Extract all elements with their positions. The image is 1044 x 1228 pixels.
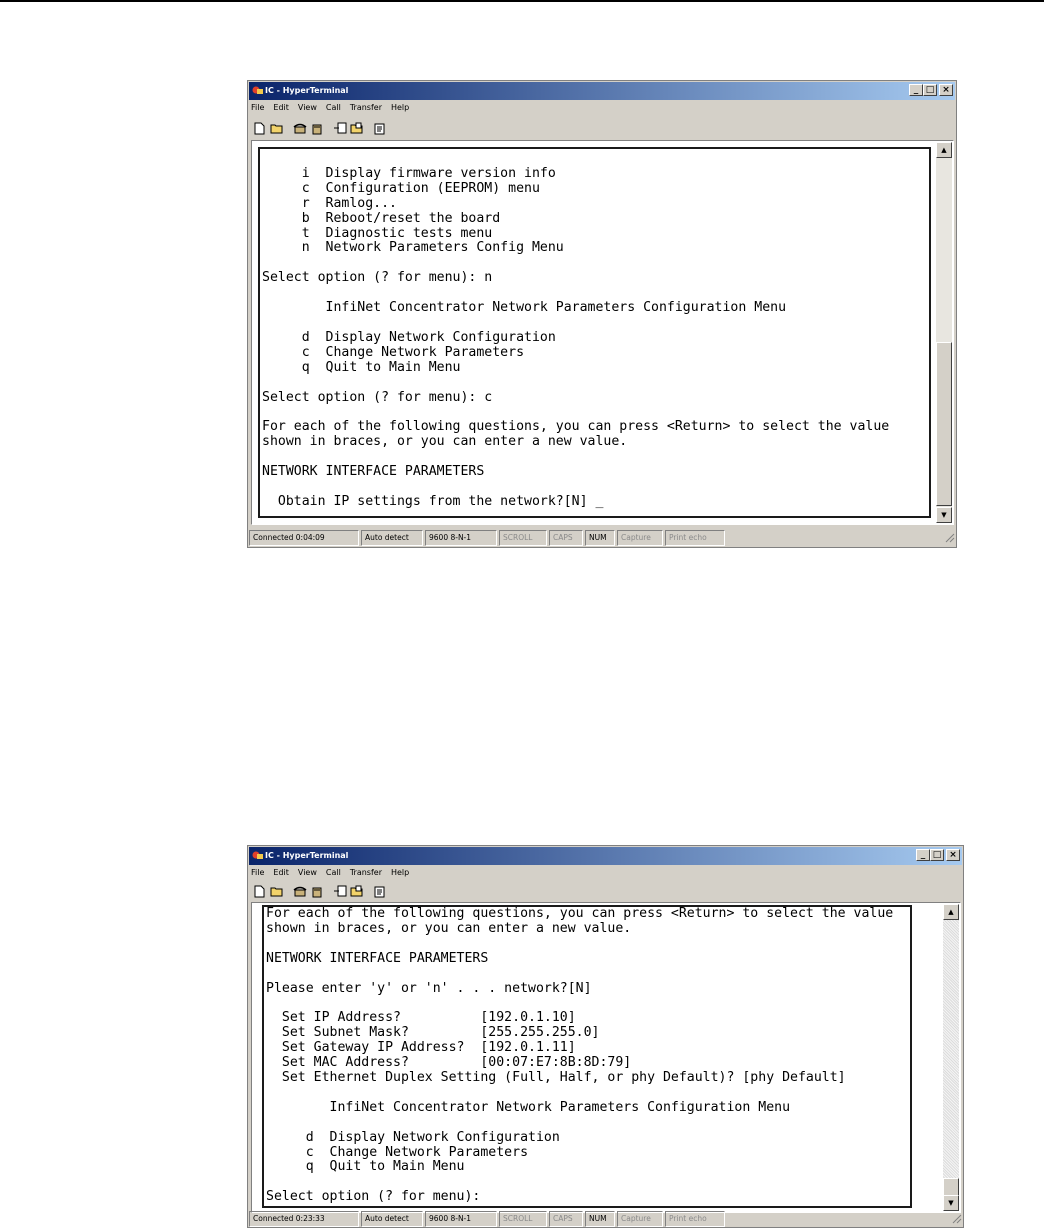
properties-icon[interactable] bbox=[371, 120, 388, 137]
menu-file[interactable]: File bbox=[251, 866, 264, 880]
status-bar: Connected 0:23:33 Auto detect 9600 8-N-1… bbox=[249, 1211, 962, 1227]
phone-connect-icon[interactable] bbox=[291, 883, 308, 900]
terminal-area[interactable]: i Display firmware version info c Config… bbox=[251, 140, 954, 525]
menu-call[interactable]: Call bbox=[326, 101, 341, 115]
status-scroll: SCROLL bbox=[499, 1211, 547, 1227]
vertical-scrollbar[interactable]: ▲ ▼ bbox=[936, 142, 952, 523]
status-connected-time: Connected 0:04:09 bbox=[249, 530, 359, 546]
menu-view[interactable]: View bbox=[298, 101, 317, 115]
status-auto-detect: Auto detect bbox=[361, 1211, 423, 1227]
vertical-scrollbar[interactable]: ▲ ▼ bbox=[943, 904, 959, 1211]
window-title: IC - HyperTerminal bbox=[265, 851, 349, 860]
terminal-screen[interactable]: For each of the following questions, you… bbox=[262, 905, 912, 1208]
resize-grip-icon[interactable] bbox=[943, 530, 955, 546]
terminal-area[interactable]: For each of the following questions, you… bbox=[251, 902, 961, 1213]
send-file-icon[interactable] bbox=[331, 883, 348, 900]
scroll-down-arrow-icon[interactable]: ▼ bbox=[936, 507, 952, 523]
menu-file[interactable]: File bbox=[251, 101, 264, 115]
phone-disconnect-icon[interactable] bbox=[308, 120, 325, 137]
close-button[interactable]: × bbox=[946, 849, 960, 861]
open-folder-icon[interactable] bbox=[268, 883, 285, 900]
open-folder-icon[interactable] bbox=[268, 120, 285, 137]
receive-file-icon[interactable] bbox=[348, 120, 365, 137]
scroll-down-arrow-icon[interactable]: ▼ bbox=[943, 1195, 959, 1211]
menu-bar: File Edit View Call Transfer Help bbox=[251, 101, 409, 115]
status-capture: Capture bbox=[617, 530, 663, 546]
toolbar bbox=[251, 118, 388, 138]
minimize-button[interactable]: _ bbox=[916, 849, 930, 861]
receive-file-icon[interactable] bbox=[348, 883, 365, 900]
status-port-settings: 9600 8-N-1 bbox=[425, 530, 497, 546]
send-file-icon[interactable] bbox=[331, 120, 348, 137]
terminal-text: i Display firmware version info c Config… bbox=[262, 165, 890, 509]
close-button[interactable]: × bbox=[939, 84, 953, 96]
terminal-screen[interactable]: i Display firmware version info c Config… bbox=[258, 147, 931, 518]
phone-disconnect-icon[interactable] bbox=[308, 883, 325, 900]
hyperterminal-window-1: IC - HyperTerminal _ □ × File Edit View … bbox=[247, 80, 957, 548]
hyperterminal-app-icon bbox=[252, 86, 263, 94]
scroll-thumb[interactable] bbox=[936, 342, 952, 506]
scroll-up-arrow-icon[interactable]: ▲ bbox=[943, 904, 959, 920]
scroll-up-arrow-icon[interactable]: ▲ bbox=[936, 142, 952, 158]
menu-bar: File Edit View Call Transfer Help bbox=[251, 866, 409, 880]
menu-edit[interactable]: Edit bbox=[273, 866, 289, 880]
menu-edit[interactable]: Edit bbox=[273, 101, 289, 115]
menu-help[interactable]: Help bbox=[391, 101, 409, 115]
status-auto-detect: Auto detect bbox=[361, 530, 423, 546]
status-caps: CAPS bbox=[549, 1211, 583, 1227]
phone-connect-icon[interactable] bbox=[291, 120, 308, 137]
menu-help[interactable]: Help bbox=[391, 866, 409, 880]
new-document-icon[interactable] bbox=[251, 120, 268, 137]
maximize-button[interactable]: □ bbox=[923, 84, 937, 96]
minimize-button[interactable]: _ bbox=[909, 84, 923, 96]
menu-transfer[interactable]: Transfer bbox=[350, 866, 382, 880]
menu-call[interactable]: Call bbox=[326, 866, 341, 880]
status-caps: CAPS bbox=[549, 530, 583, 546]
new-document-icon[interactable] bbox=[251, 883, 268, 900]
status-bar: Connected 0:04:09 Auto detect 9600 8-N-1… bbox=[249, 530, 955, 546]
scroll-thumb[interactable] bbox=[943, 1178, 959, 1196]
toolbar bbox=[251, 881, 388, 901]
menu-transfer[interactable]: Transfer bbox=[350, 101, 382, 115]
title-bar[interactable]: IC - HyperTerminal _ □ × bbox=[249, 82, 955, 100]
status-port-settings: 9600 8-N-1 bbox=[425, 1211, 497, 1227]
status-scroll: SCROLL bbox=[499, 530, 547, 546]
hyperterminal-app-icon bbox=[252, 851, 263, 859]
maximize-button[interactable]: □ bbox=[930, 849, 944, 861]
resize-grip-icon[interactable] bbox=[950, 1211, 962, 1227]
menu-view[interactable]: View bbox=[298, 866, 317, 880]
status-print-echo: Print echo bbox=[665, 530, 725, 546]
status-print-echo: Print echo bbox=[665, 1211, 725, 1227]
status-capture: Capture bbox=[617, 1211, 663, 1227]
terminal-text: For each of the following questions, you… bbox=[266, 906, 894, 1205]
title-bar[interactable]: IC - HyperTerminal _ □ × bbox=[249, 847, 962, 865]
page-top-rule bbox=[0, 0, 1044, 2]
window-title: IC - HyperTerminal bbox=[265, 86, 349, 95]
hyperterminal-window-2: IC - HyperTerminal _ □ × File Edit View … bbox=[247, 845, 964, 1228]
status-num: NUM bbox=[585, 1211, 615, 1227]
status-num: NUM bbox=[585, 530, 615, 546]
status-connected-time: Connected 0:23:33 bbox=[249, 1211, 359, 1227]
properties-icon[interactable] bbox=[371, 883, 388, 900]
